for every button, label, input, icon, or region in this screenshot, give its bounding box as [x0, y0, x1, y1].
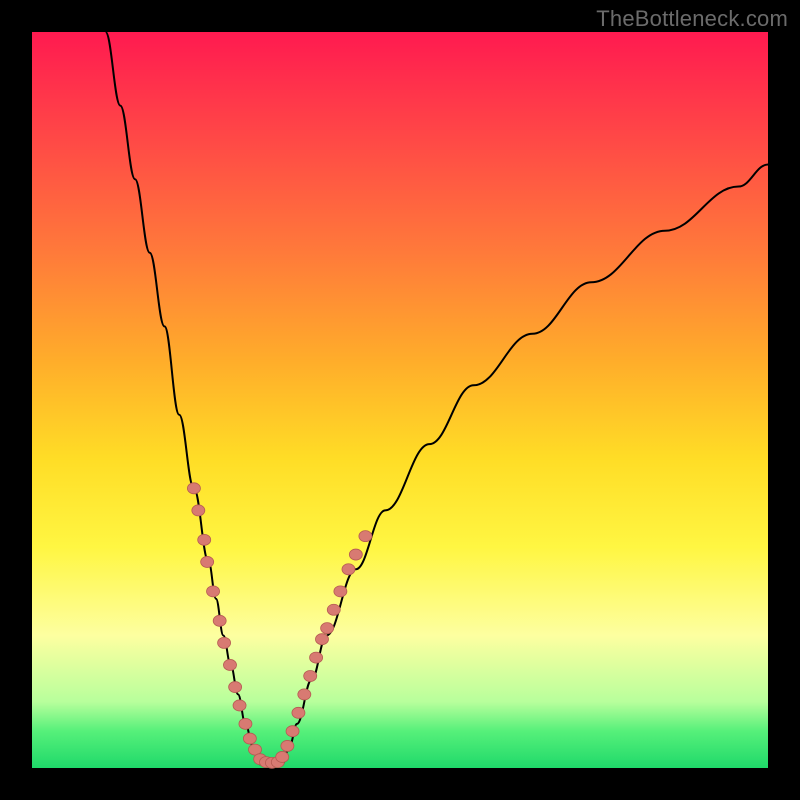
- data-point: [286, 726, 299, 737]
- data-point: [207, 586, 220, 597]
- data-point: [310, 652, 323, 663]
- watermark-text: TheBottleneck.com: [596, 6, 788, 32]
- data-point: [315, 634, 328, 645]
- plot-area: [32, 32, 768, 768]
- data-point: [292, 707, 305, 718]
- data-point: [218, 637, 231, 648]
- data-point: [201, 556, 214, 567]
- data-point: [239, 718, 252, 729]
- right-branch-curve: [282, 164, 768, 764]
- data-point: [243, 733, 256, 744]
- data-point: [359, 531, 372, 542]
- chart-frame: TheBottleneck.com: [0, 0, 800, 800]
- chart-svg: [32, 32, 768, 768]
- data-point: [198, 534, 211, 545]
- data-point: [298, 689, 311, 700]
- data-point: [233, 700, 246, 711]
- data-point: [327, 604, 340, 615]
- data-point: [281, 740, 294, 751]
- scatter-points: [187, 483, 371, 769]
- data-point: [276, 751, 289, 762]
- data-point: [192, 505, 205, 516]
- data-point: [304, 671, 317, 682]
- data-point: [187, 483, 200, 494]
- data-point: [223, 659, 236, 670]
- data-point: [321, 623, 334, 634]
- data-point: [213, 615, 226, 626]
- data-point: [334, 586, 347, 597]
- data-point: [229, 682, 242, 693]
- data-point: [342, 564, 355, 575]
- data-point: [349, 549, 362, 560]
- left-branch-curve: [106, 32, 261, 764]
